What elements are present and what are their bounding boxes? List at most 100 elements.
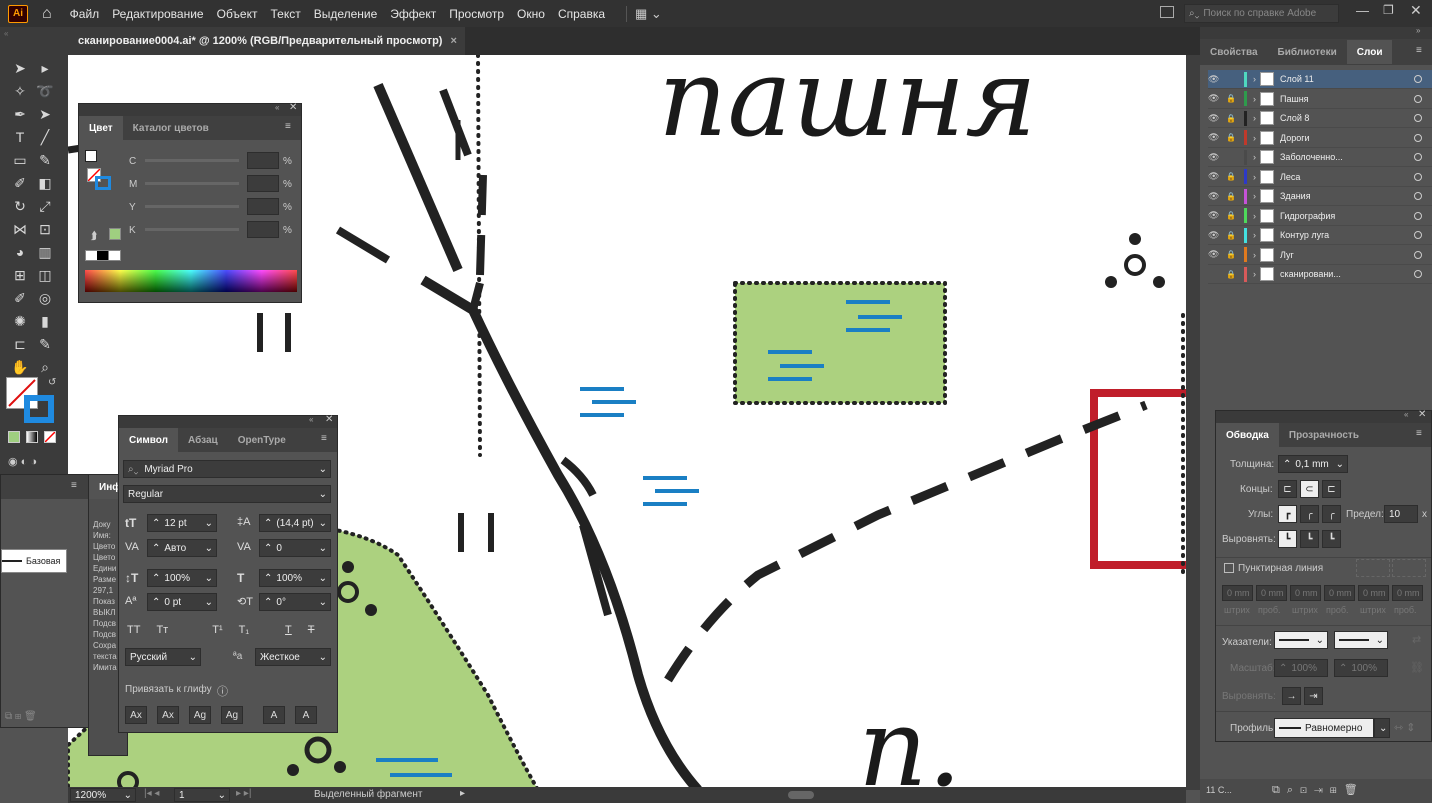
gradient-tool-icon[interactable]: ◫ [33, 264, 57, 286]
mesh-tool-icon[interactable]: ⊞ [8, 264, 32, 286]
target-circle-icon[interactable] [1414, 153, 1422, 161]
lock-icon[interactable]: 🔒 [1226, 172, 1240, 181]
snap-baseline-icon[interactable]: Ax [125, 706, 147, 724]
baseline-shift-field[interactable]: ⌃ 0 pt ⌄ [147, 593, 217, 611]
info-icon[interactable]: ⓘ [217, 683, 228, 699]
rectangle-tool-icon[interactable]: ▭ [8, 149, 32, 171]
arrow-tip-extend-icon[interactable]: → [1282, 687, 1301, 705]
snap-proximity-icon[interactable]: Ag [221, 706, 243, 724]
tracking-field[interactable]: ⌃ 0 ⌄ [259, 539, 331, 557]
tab-color-guide[interactable]: Каталог цветов [123, 116, 219, 140]
target-circle-icon[interactable] [1414, 250, 1422, 259]
visibility-eye-icon[interactable]: 👁 [1208, 74, 1222, 85]
antialias-select[interactable]: Жесткое ⌄ [255, 648, 331, 666]
miter-join-icon[interactable]: ┏ [1278, 505, 1297, 523]
layer-row[interactable]: 👁 🔒 › Пашня [1208, 90, 1432, 109]
align-inside-icon[interactable]: ┗ [1300, 530, 1319, 548]
tab-layers[interactable]: Слои [1346, 40, 1393, 64]
align-outside-icon[interactable]: ┗ [1322, 530, 1341, 548]
link-scale-icon[interactable]: ⛓ [1410, 661, 1424, 674]
target-circle-icon[interactable] [1414, 231, 1422, 239]
tab-stroke[interactable]: Обводка [1216, 423, 1279, 447]
selection-tool-icon[interactable]: ➤ [8, 57, 32, 79]
target-circle-icon[interactable] [1414, 75, 1422, 83]
gradient-mode-icon[interactable] [26, 431, 38, 443]
magic-wand-tool-icon[interactable]: ✧ [8, 80, 32, 102]
expand-chevron-icon[interactable]: › [1253, 250, 1256, 260]
layer-name[interactable]: сканировани... [1280, 269, 1341, 279]
layer-row[interactable]: 👁 🔒 › Здания [1208, 187, 1432, 206]
lasso-tool-icon[interactable]: ➰ [33, 80, 57, 102]
artboard-tool-icon[interactable]: ⊏ [8, 333, 32, 355]
profile-dropdown-icon[interactable]: ⌄ [1374, 718, 1390, 738]
layer-row[interactable]: 🔒 › сканировани... [1208, 265, 1432, 284]
layer-row[interactable]: 👁 › Слой 11 [1208, 70, 1432, 89]
minimize-button[interactable]: — [1356, 3, 1369, 18]
line-tool-icon[interactable]: ╱ [33, 126, 57, 148]
align-center-icon[interactable]: ┗ [1278, 530, 1297, 548]
none-mode-icon[interactable] [44, 431, 56, 443]
lock-icon[interactable]: 🔒 [1226, 114, 1240, 123]
menu-2[interactable]: Объект [217, 7, 258, 21]
quick-swatches[interactable] [85, 250, 121, 261]
perspective-grid-tool-icon[interactable]: ▥ [33, 241, 57, 263]
curvature-tool-icon[interactable]: ➤ [33, 103, 57, 125]
free-transform-tool-icon[interactable]: ⊡ [33, 218, 57, 240]
horizontal-scale-field[interactable]: ⌃ 100% ⌄ [259, 569, 331, 587]
layer-name[interactable]: Дороги [1280, 133, 1310, 143]
visibility-eye-icon[interactable]: 👁 [1208, 93, 1222, 104]
paintbrush-tool-icon[interactable]: ✎ [33, 149, 57, 171]
swap-colors-icon[interactable]: ↺ [48, 377, 56, 388]
font-family-select[interactable]: ⌕⌄ Myriad Pro ⌄ [123, 460, 331, 478]
visibility-eye-icon[interactable]: 👁 [1208, 171, 1222, 182]
vertical-scale-field[interactable]: ⌃ 100% ⌄ [147, 569, 217, 587]
visibility-eye-icon[interactable]: 👁 [1208, 152, 1222, 163]
small-fill-icon[interactable] [85, 150, 97, 162]
eraser-tool-icon[interactable]: ◧ [33, 172, 57, 194]
expand-chevron-icon[interactable]: › [1253, 191, 1256, 201]
dash-preserve-icon[interactable] [1356, 559, 1390, 577]
expand-chevron-icon[interactable]: › [1253, 133, 1256, 143]
lock-icon[interactable]: 🔒 [1226, 133, 1240, 142]
snap-xheight-icon[interactable]: Ax [157, 706, 179, 724]
pen-tool-icon[interactable]: ✒ [8, 103, 32, 125]
layer-name[interactable]: Слой 11 [1280, 74, 1314, 84]
out-of-gamut-swatch[interactable] [109, 228, 121, 240]
expand-chevron-icon[interactable]: › [1253, 94, 1256, 104]
layer-name[interactable]: Слой 8 [1280, 113, 1309, 123]
document-tab[interactable]: сканирование0004.ai* @ 1200% (RGB/Предва… [70, 27, 465, 55]
lock-icon[interactable]: 🔒 [1226, 192, 1240, 201]
dash-gap-field[interactable]: 0 mm [1358, 585, 1389, 601]
tab-paragraph[interactable]: Абзац [178, 428, 228, 452]
direct-selection-tool-icon[interactable]: ▸ [33, 57, 57, 79]
hand-tool-icon[interactable]: ✋ [8, 356, 32, 378]
projecting-cap-icon[interactable]: ⊏ [1322, 480, 1341, 498]
target-circle-icon[interactable] [1414, 114, 1422, 122]
visibility-eye-icon[interactable]: 👁 [1208, 132, 1222, 143]
close-panel-icon[interactable]: ✕ [1418, 409, 1426, 420]
rotate-tool-icon[interactable]: ↻ [8, 195, 32, 217]
layer-row[interactable]: 👁 🔒 › Контур луга [1208, 226, 1432, 245]
width-tool-icon[interactable]: ⋈ [8, 218, 32, 240]
miter-limit-field[interactable]: 10 [1384, 505, 1418, 523]
channel-slider[interactable] [145, 182, 239, 185]
target-circle-icon[interactable] [1414, 94, 1422, 103]
color-spectrum[interactable] [85, 270, 297, 292]
panel-menu-icon[interactable]: ≡ [71, 480, 77, 491]
layer-row[interactable]: 👁 › Заболоченно... [1208, 148, 1432, 167]
layer-name[interactable]: Луг [1280, 250, 1294, 260]
column-graph-tool-icon[interactable]: ▮ [33, 310, 57, 332]
expand-chevron-icon[interactable]: › [1253, 152, 1256, 162]
scale-tool-icon[interactable]: ⤢ [33, 195, 57, 217]
text-style-buttons[interactable]: TT Tт T¹ T₁ T T [127, 624, 333, 636]
visibility-eye-icon[interactable]: 👁 [1208, 191, 1222, 202]
channel-slider[interactable] [145, 205, 239, 208]
menu-0[interactable]: Файл [70, 7, 100, 21]
tab-character[interactable]: Символ [119, 428, 178, 452]
lock-icon[interactable]: 🔒 [1226, 231, 1240, 240]
close-panel-icon[interactable]: ✕ [325, 414, 333, 425]
expand-chevron-icon[interactable]: › [1253, 211, 1256, 221]
bevel-join-icon[interactable]: ╭ [1322, 505, 1341, 523]
end-arrow-select[interactable]: ⌄ [1334, 631, 1388, 649]
panel-menu-icon[interactable]: ≡ [1416, 428, 1422, 439]
